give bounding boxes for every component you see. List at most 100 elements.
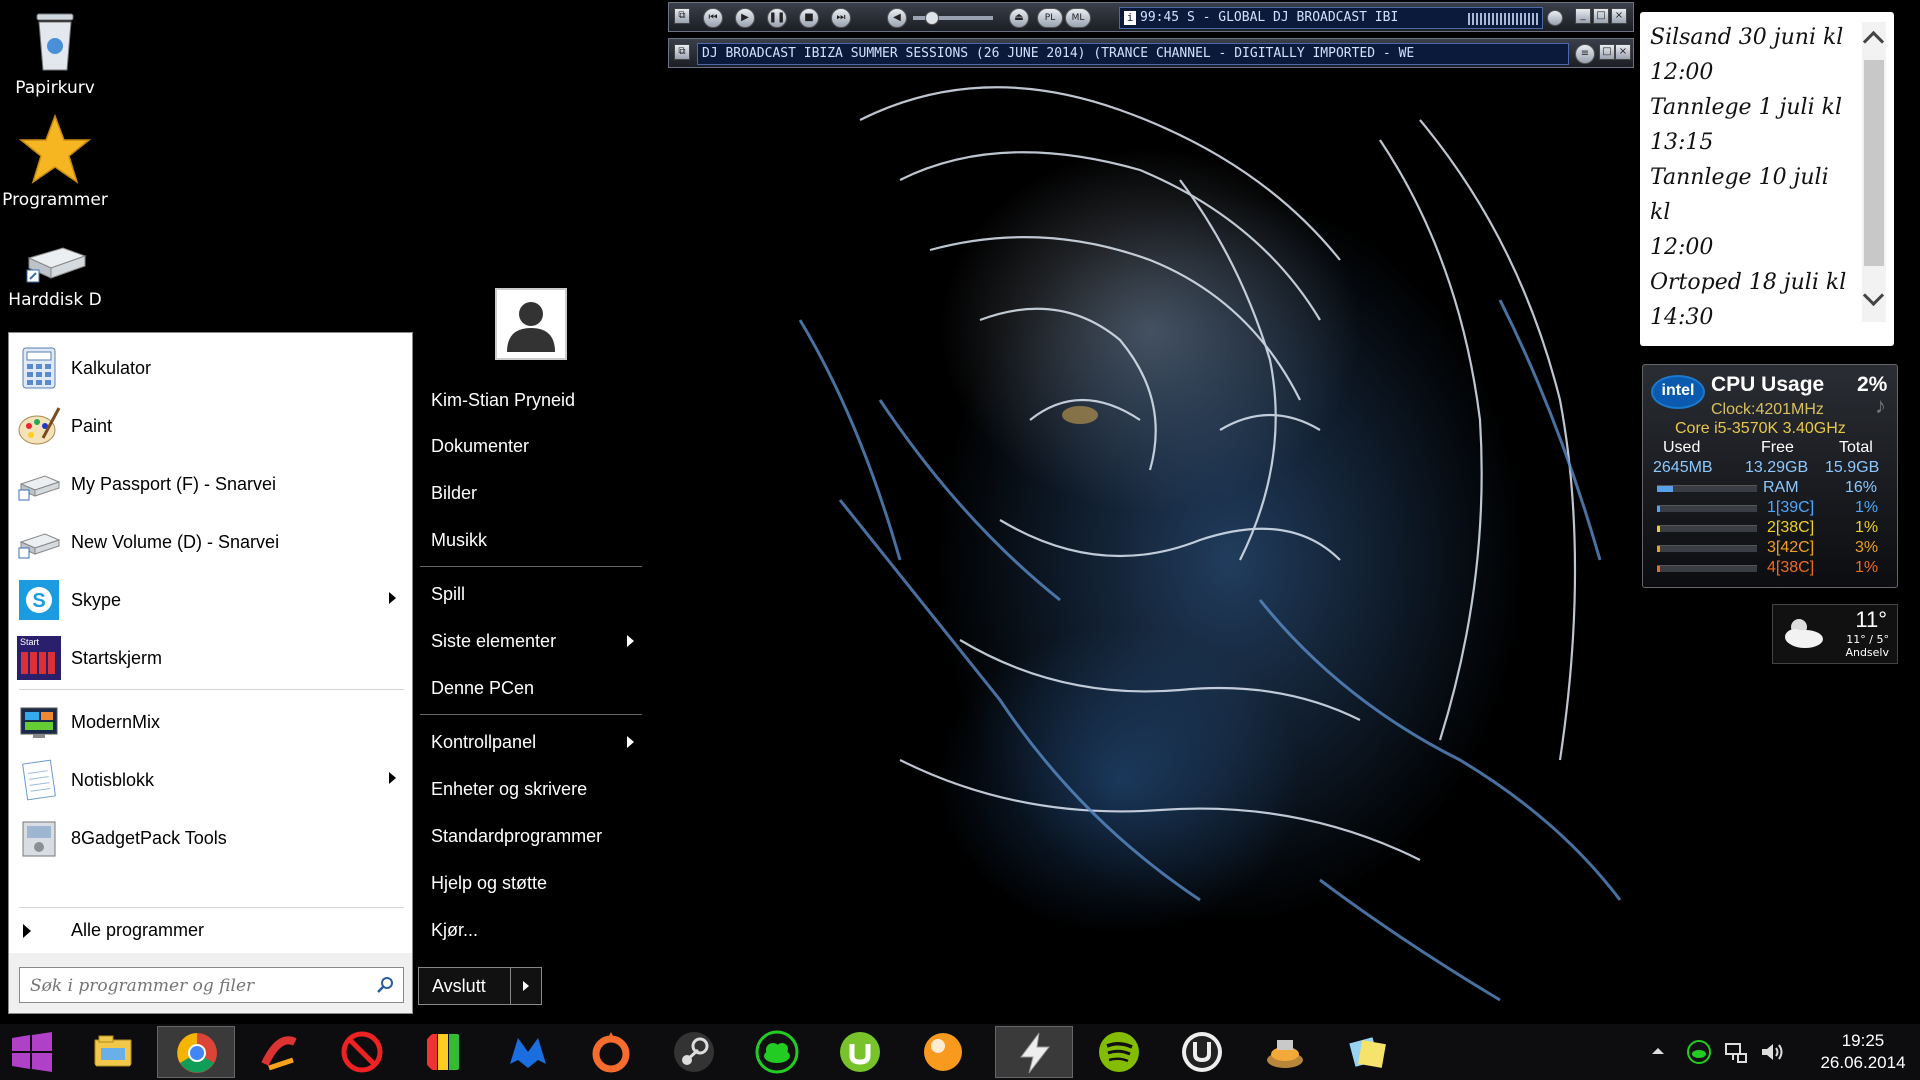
media-library-button[interactable]: ML [1065,8,1091,28]
desktop-icon-recycle-bin[interactable]: Papirkurv [0,8,110,98]
cpu-model: Core i5-3570K 3.40GHz [1675,420,1846,437]
network-icon[interactable] [1724,1040,1748,1064]
shade-icon[interactable]: □ [1593,8,1609,24]
show-hidden-icons-button[interactable] [1652,1048,1664,1054]
separator [19,689,404,690]
taskbar-ultimate[interactable] [1163,1026,1241,1078]
shutdown-button[interactable]: Avslutt [419,968,511,1004]
mem-header-total: Total [1839,439,1873,456]
note-text: Silsand 30 juni kl 12:00 Tannlege 1 juli… [1650,20,1850,335]
taskbar-cloud[interactable] [738,1026,816,1078]
search-box[interactable] [19,967,404,1003]
volume-tray-icon[interactable] [1760,1040,1784,1064]
start-item-8gadgetpack[interactable]: 8GadgetPack Tools [9,809,404,867]
chevron-down-icon[interactable] [1862,284,1885,307]
taskbar-blocker[interactable] [323,1026,401,1078]
taskbar-malwarebytes[interactable] [489,1026,567,1078]
close-icon[interactable]: × [1611,8,1627,24]
playlist-shade-icon[interactable]: □ [1599,44,1615,60]
start-link-pictures[interactable]: Bilder [420,471,640,515]
shutdown-options-button[interactable] [512,968,541,1004]
start-link-documents[interactable]: Dokumenter [420,424,640,468]
all-programs-button[interactable]: Alle programmer [9,909,404,951]
taskbar-chrome[interactable] [157,1026,235,1078]
skype-icon: S [19,580,59,620]
start-item-skype[interactable]: S Skype [9,571,404,629]
start-item-new-volume[interactable]: New Volume (D) - Snarvei [9,513,404,571]
weather-gadget[interactable]: 11° 11° / 5° Andselv [1772,604,1898,664]
winamp-track-display[interactable]: i 99:45 S - GLOBAL DJ BROADCAST IBI [1119,7,1543,29]
start-item-modernmix[interactable]: ModernMix [9,693,404,751]
start-link-recent[interactable]: Siste elementer [420,619,640,663]
cloud-icon [755,1030,799,1074]
calendar-note-gadget[interactable]: Silsand 30 juni kl 12:00 Tannlege 1 juli… [1640,12,1894,346]
start-menu-programs-pane: Kalkulator Paint My Passport (F) - Snarv… [8,332,413,1014]
clock[interactable]: 19:25 26.06.2014 [1810,1030,1916,1074]
desktop-icon-programs[interactable]: Programmer [0,113,110,210]
taskbar-ccleaner[interactable] [240,1026,318,1078]
scroll-thumb[interactable] [1864,60,1884,266]
playlist-button[interactable]: PL [1037,8,1063,28]
minimize-icon[interactable]: _ [1575,8,1591,24]
start-item-notisblokk[interactable]: Notisblokk [9,751,404,809]
eject-icon[interactable]: ⏏ [1009,8,1029,28]
separator [420,714,642,715]
core-label: 1[39C] [1767,499,1815,516]
cloud-tray-icon[interactable] [1687,1040,1711,1064]
pause-icon[interactable]: ❚❚ [767,8,787,28]
cpu-usage-gadget[interactable]: intel CPU Usage 2% Clock:4201MHz Core i5… [1642,364,1898,588]
ram-bar [1657,485,1757,492]
taskbar-utorrent[interactable] [821,1026,899,1078]
start-link-help[interactable]: Hjelp og støtte [420,861,640,905]
volume-icon[interactable]: ◀ [887,8,907,28]
user-avatar[interactable] [495,288,567,360]
stop-icon[interactable]: ■ [799,8,819,28]
start-link-run[interactable]: Kjør... [420,908,640,952]
taskbar-origin[interactable] [572,1026,650,1078]
start-link-games[interactable]: Spill [420,572,640,616]
start-item-kalkulator[interactable]: Kalkulator [9,339,404,397]
start-item-paint[interactable]: Paint [9,397,404,455]
taskbar-avg[interactable] [406,1026,484,1078]
clock-date: 26.06.2014 [1820,1053,1906,1072]
list-icon[interactable]: ≡ [1575,44,1595,64]
taskbar-glary[interactable] [904,1026,982,1078]
submenu-arrow-icon [389,592,396,604]
start-button[interactable] [0,1024,64,1080]
chevron-up-icon[interactable] [1862,30,1885,53]
start-item-my-passport[interactable]: My Passport (F) - Snarvei [9,455,404,513]
winamp-main-bar[interactable]: ⧉ ⏮ ▶ ❚❚ ■ ⏭ ◀ ⏏ PL ML i 99:45 S - GLOBAL… [668,2,1634,32]
volume-slider[interactable] [913,11,993,25]
taskbar-burner[interactable] [1246,1026,1324,1078]
desktop-icon-harddisk[interactable]: Harddisk D [0,242,110,310]
taskbar-file-explorer[interactable] [74,1026,152,1078]
play-icon[interactable]: ▶ [735,8,755,28]
search-input[interactable] [28,973,362,999]
ram-percent: 16% [1845,479,1878,496]
next-icon[interactable]: ⏭ [831,8,851,28]
winamp-playlist-display[interactable]: DJ BROADCAST IBIZA SUMMER SESSIONS (26 J… [697,43,1569,65]
taskbar-sticky-notes[interactable] [1329,1026,1407,1078]
taskbar-spotify[interactable] [1080,1026,1158,1078]
submenu-arrow-icon [627,635,634,647]
taskbar-winamp[interactable] [995,1026,1073,1078]
note-scrollbar[interactable] [1862,22,1886,322]
start-link-this-pc[interactable]: Denne PCen [420,666,640,710]
submenu-arrow-icon [389,772,396,784]
winamp-playlist-bar[interactable]: ⧉ DJ BROADCAST IBIZA SUMMER SESSIONS (26… [668,38,1634,68]
start-link-music[interactable]: Musikk [420,518,640,562]
winamp-menu-icon[interactable]: ⧉ [674,8,690,24]
start-link-control-panel[interactable]: Kontrollpanel [420,720,640,764]
winamp-icon [1020,1032,1051,1074]
seek-knob[interactable] [1547,10,1563,26]
start-link-devices[interactable]: Enheter og skrivere [420,767,640,811]
taskbar-steam[interactable] [655,1026,733,1078]
start-item-startskjerm[interactable]: Start Startskjerm [9,629,404,687]
playlist-menu-icon[interactable]: ⧉ [674,44,690,60]
start-link-default-programs[interactable]: Standardprogrammer [420,814,640,858]
search-icon[interactable] [377,976,395,994]
previous-icon[interactable]: ⏮ [703,8,723,28]
start-link-user[interactable]: Kim-Stian Pryneid [420,378,640,422]
playlist-close-icon[interactable]: × [1615,44,1631,60]
volume-knob[interactable] [925,11,939,25]
